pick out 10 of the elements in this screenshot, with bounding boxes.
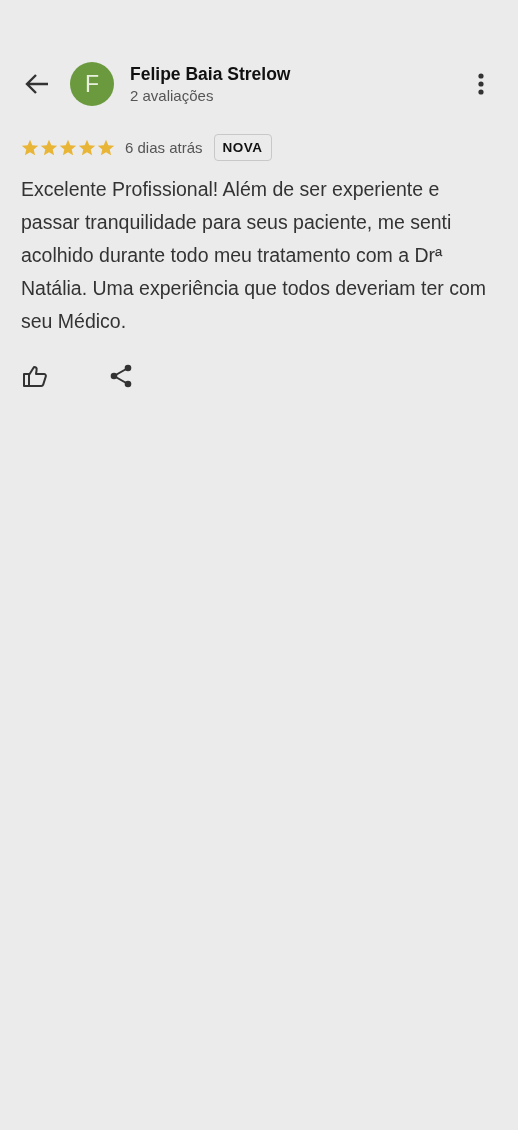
share-icon[interactable] <box>110 364 132 388</box>
thumbs-up-icon[interactable] <box>22 364 48 388</box>
reviewer-name: Felipe Baia Strelow <box>130 64 292 85</box>
back-icon[interactable] <box>24 73 50 95</box>
avatar: F <box>70 62 114 106</box>
review-text: Excelente Profissional! Além de ser experiente e passar tranquilidade para seus paciente, me senti acolhido durante todo meu tratamento com a Drª Natália. Uma experiência que todos deveriam ter com seu Médico. <box>20 177 487 334</box>
more-options-icon[interactable] <box>478 73 484 95</box>
new-badge: NOVA <box>213 134 272 161</box>
review-time: 6 dias atrás <box>125 139 203 156</box>
review-count: 2 avaliações <box>130 87 215 104</box>
